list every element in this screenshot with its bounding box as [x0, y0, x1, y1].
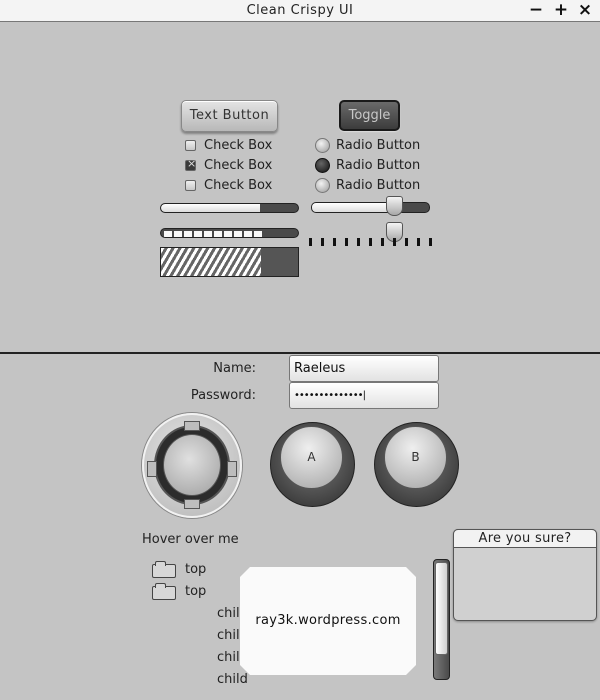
slider-tick [429, 238, 432, 246]
checkbox-label: Check Box [204, 178, 273, 193]
progress-segment [184, 231, 192, 237]
radio-checked-icon[interactable] [315, 158, 330, 173]
radio-label: Radio Button [336, 138, 421, 153]
password-label: Password: [190, 388, 256, 403]
striped-progress-bar [160, 247, 299, 277]
slider-fill [312, 203, 394, 212]
progress-segment [234, 231, 242, 237]
slider-tick [369, 238, 372, 246]
text-button[interactable]: Text Button [181, 100, 278, 132]
progress-bar-fill [161, 204, 260, 212]
maximize-icon[interactable]: + [551, 1, 571, 21]
progress-segment [174, 231, 182, 237]
radio-label: Radio Button [336, 158, 421, 173]
close-icon[interactable]: × [575, 1, 595, 21]
checkbox-icon[interactable] [185, 180, 196, 191]
slider-tick [357, 238, 360, 246]
slider-tick [405, 238, 408, 246]
progress-segment [214, 231, 222, 237]
slider-tick [345, 238, 348, 246]
progress-segment [254, 231, 262, 237]
progress-segment [224, 231, 232, 237]
hover-label[interactable]: Hover over me [142, 531, 239, 549]
scrollbar-thumb[interactable] [435, 562, 448, 655]
touchpad-notch-top [184, 421, 200, 431]
name-label: Name: [213, 361, 256, 376]
progress-segment [204, 231, 212, 237]
segmented-progress-bar [160, 228, 299, 238]
toggle-button[interactable]: Toggle [339, 100, 400, 131]
progress-segment [164, 231, 172, 237]
slider-tick [321, 238, 324, 246]
window-title: Clean Crispy UI [246, 3, 354, 18]
progress-segment [244, 231, 252, 237]
folder-closed-icon[interactable] [152, 561, 176, 578]
bottom-edge [0, 684, 600, 700]
name-field[interactable]: Raeleus [289, 355, 439, 382]
a-button[interactable]: A [280, 426, 343, 489]
radio-icon[interactable] [315, 178, 330, 193]
slider-tick [381, 238, 384, 246]
slider-tick [417, 238, 420, 246]
minimize-icon[interactable]: − [526, 1, 546, 21]
slider-tick [393, 238, 396, 246]
touchpad-notch-bottom [184, 499, 200, 509]
checkbox-label: Check Box [204, 138, 273, 153]
dialog-title[interactable]: Are you sure? [453, 529, 597, 548]
slider-tick [333, 238, 336, 246]
tooltip: ray3k.wordpress.com [240, 567, 416, 675]
touchpad-knob[interactable] [163, 434, 221, 496]
checkbox-icon[interactable] [185, 140, 196, 151]
touchpad-notch-right [227, 461, 237, 477]
radio-icon[interactable] [315, 138, 330, 153]
progress-bar [160, 203, 299, 213]
folder-open-icon[interactable] [152, 583, 176, 600]
slider-knob[interactable] [386, 196, 404, 216]
checkbox-label: Check Box [204, 158, 273, 173]
top-pane [0, 22, 600, 352]
tree-node[interactable]: top [185, 561, 206, 579]
b-button[interactable]: B [384, 426, 447, 489]
horizontal-slider[interactable] [311, 202, 430, 213]
striped-progress-fill [161, 248, 261, 276]
checkbox-checked-icon[interactable] [185, 157, 196, 171]
tree-node[interactable]: top [185, 583, 206, 601]
password-field[interactable]: ••••••••••••••| [289, 382, 439, 409]
radio-label: Radio Button [336, 178, 421, 193]
touchpad-notch-left [147, 461, 157, 477]
progress-segment [194, 231, 202, 237]
slider-tick [309, 238, 312, 246]
